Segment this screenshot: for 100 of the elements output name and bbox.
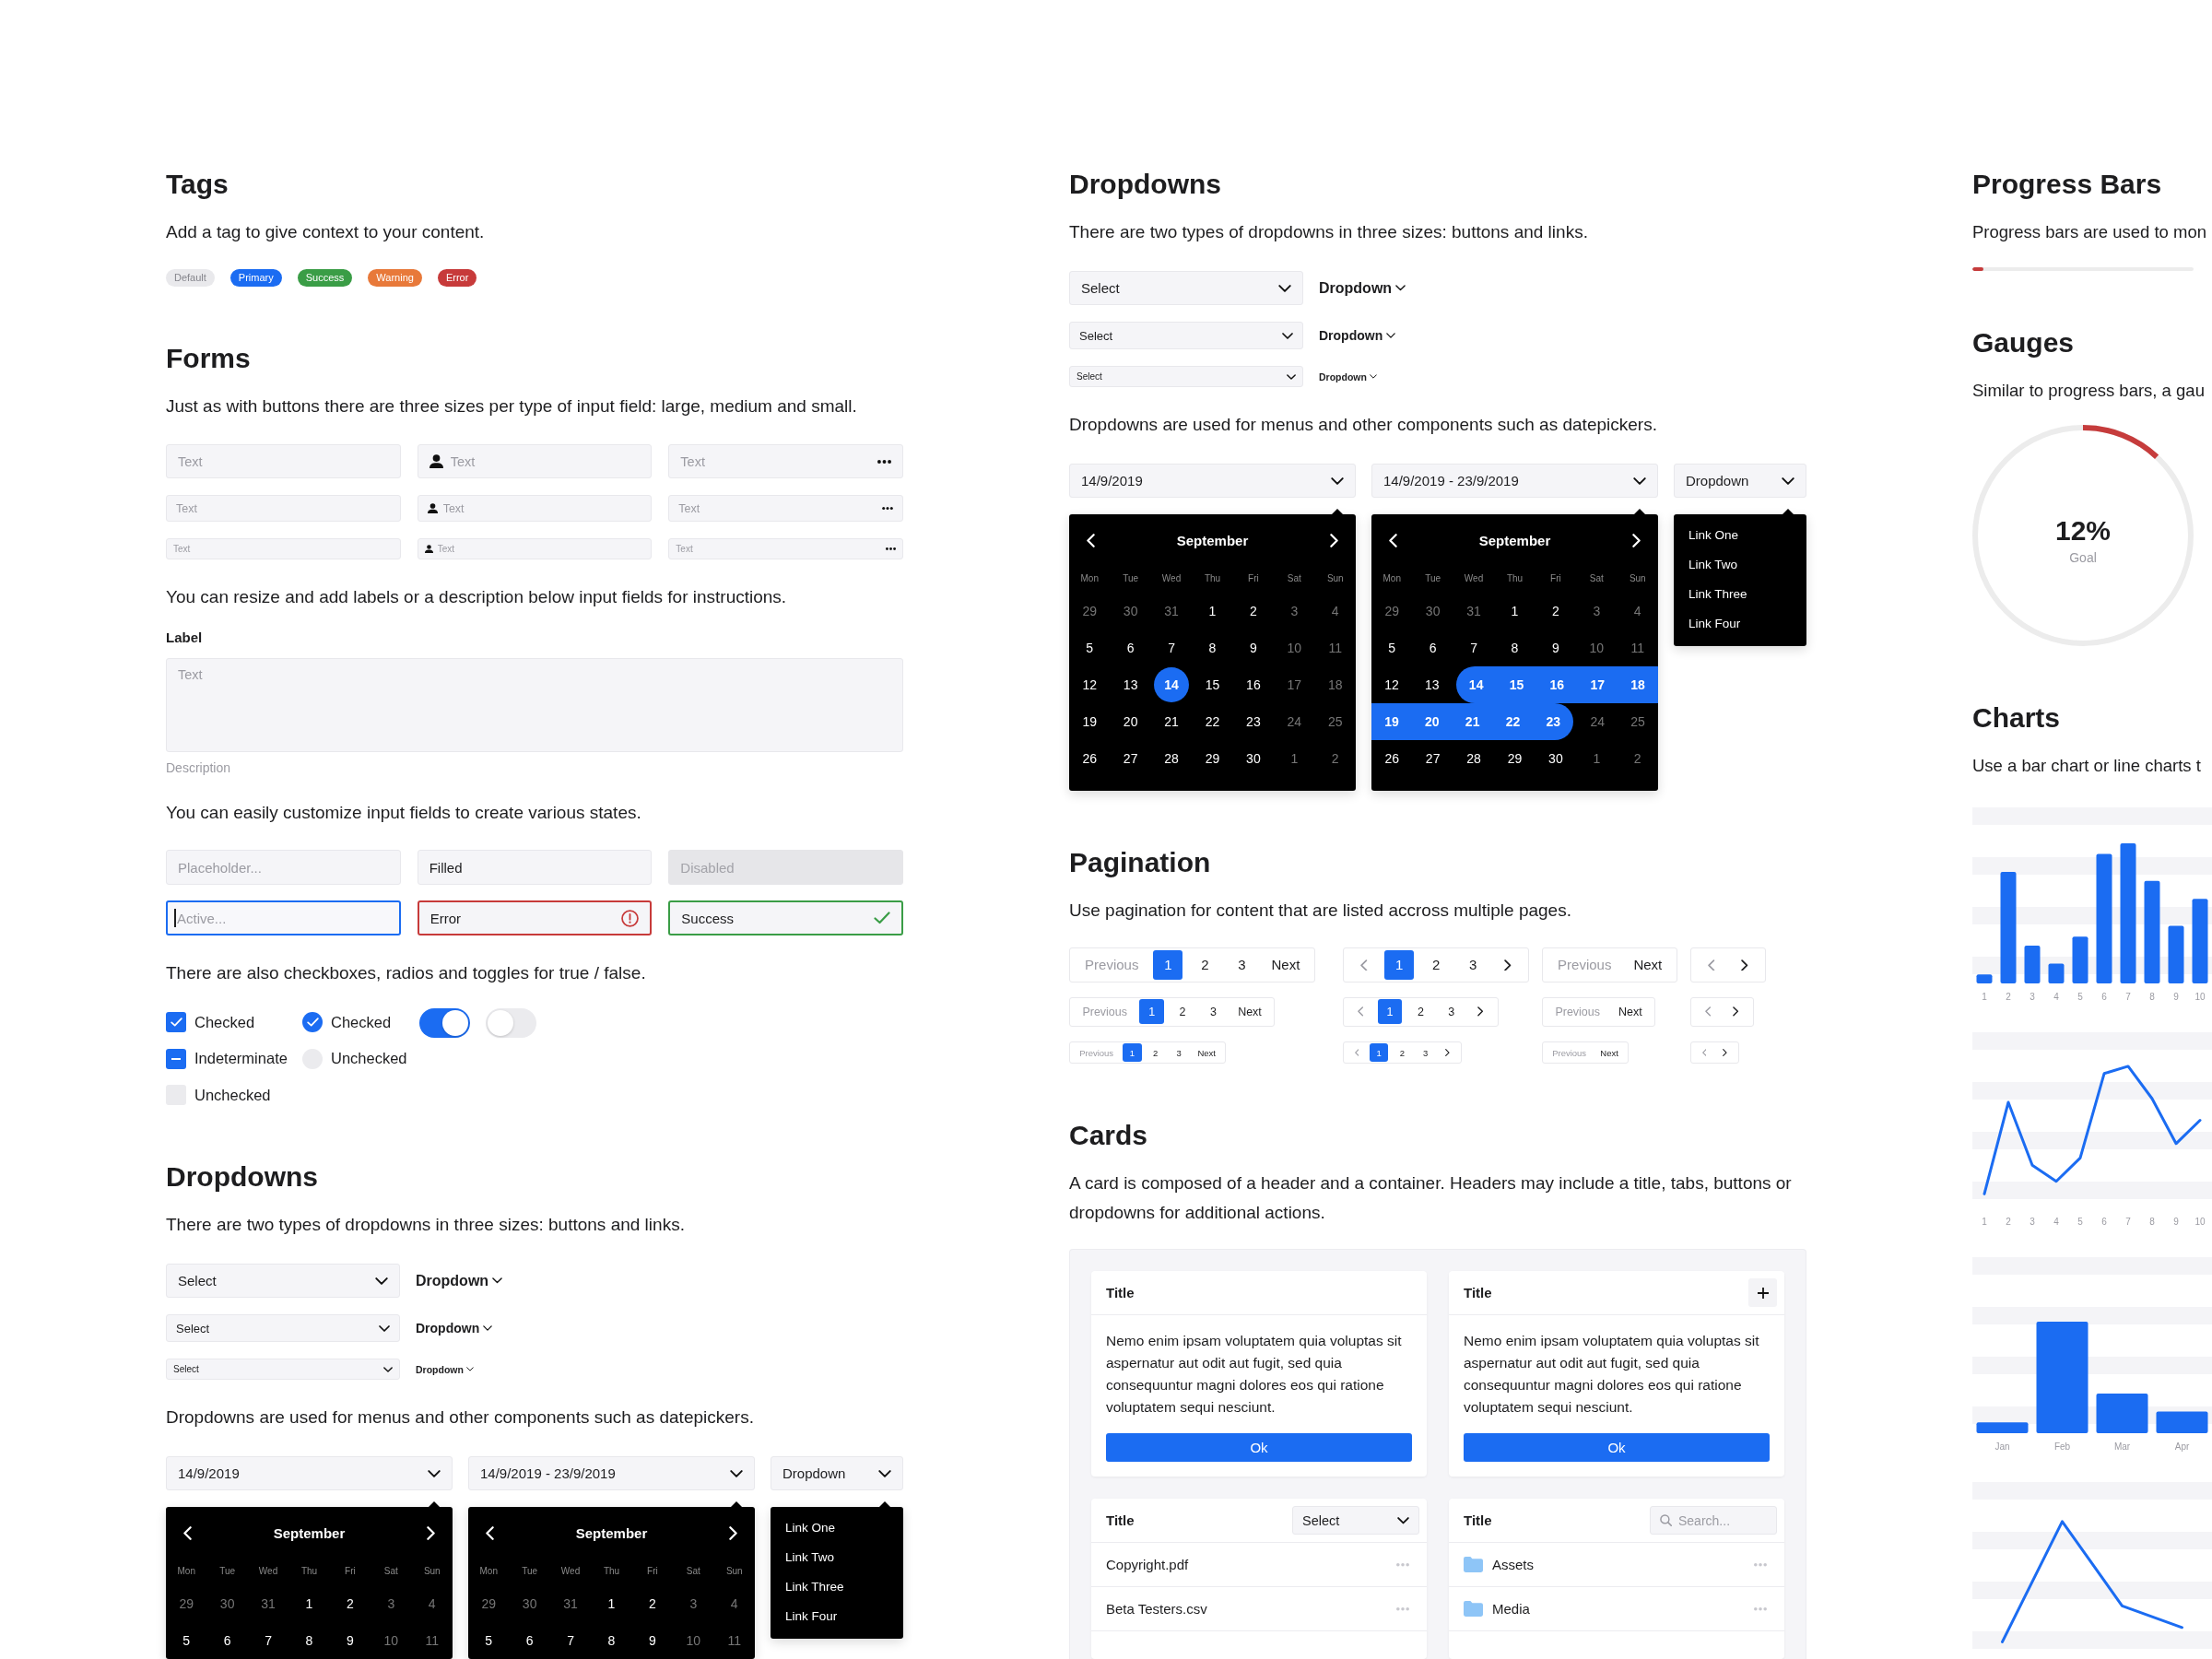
calendar-day[interactable]: 30 [1535,740,1577,777]
next-button[interactable]: Next [1622,949,1674,980]
calendar-day[interactable]: 25 [1314,703,1356,740]
calendar-day[interactable]: 31 [1453,593,1495,629]
menu-link[interactable]: Link Four [1674,609,1756,639]
calendar-day[interactable]: 1 [1192,593,1233,629]
page-button[interactable]: 3 [1439,999,1465,1025]
calendar-day[interactable]: 3 [673,1585,714,1622]
calendar-day[interactable]: 31 [1150,593,1193,629]
calendar-day[interactable]: 3 [1274,593,1315,629]
calendar-day[interactable]: 16 [1536,666,1578,703]
calendar-day[interactable]: 19 [1371,703,1412,740]
page-button[interactable]: 2 [1170,999,1195,1025]
calendar-day[interactable]: 24 [1274,703,1315,740]
page-button[interactable]: 3 [1201,999,1226,1025]
select-dropdown[interactable]: Select [1292,1506,1419,1535]
calendar-day[interactable]: 29 [468,1585,510,1622]
calendar-day[interactable]: 31 [247,1585,289,1622]
calendar-day[interactable]: 4 [1314,593,1356,629]
calendar-day[interactable]: 10 [371,1622,412,1659]
calendar-day[interactable]: 2 [1535,593,1577,629]
chevron-right-icon[interactable] [427,1525,435,1540]
calendar-day[interactable]: 3 [1576,593,1618,629]
calendar-day[interactable]: 8 [288,1622,330,1659]
calendar-day[interactable]: 29 [1192,740,1233,777]
input-field[interactable]: Error [417,900,653,935]
calendar-day[interactable]: 9 [631,1622,674,1659]
calendar-day[interactable]: 25 [1618,703,1658,740]
calendar-day[interactable]: 1 [591,1585,632,1622]
dropdown-link[interactable]: Dropdown [416,1363,474,1375]
toggle-switch[interactable] [419,1008,470,1038]
calendar-day[interactable]: 20 [1110,703,1151,740]
page-button[interactable]: 3 [1170,1042,1189,1063]
page-button[interactable]: 1 [1384,949,1415,980]
calendar-day[interactable]: 18 [1314,666,1356,703]
date-field[interactable]: 14/9/2019 - 23/9/2019 [1371,464,1658,498]
calendar-day[interactable]: 1 [1274,740,1315,777]
calendar-day[interactable]: 24 [1577,703,1618,740]
calendar-day[interactable]: 7 [1150,629,1193,666]
list-row[interactable]: Beta Testers.csv [1091,1587,1427,1632]
input-field[interactable]: Success [668,900,903,935]
calendar-day[interactable]: 2 [1232,593,1275,629]
calendar-day[interactable]: 5 [1069,629,1111,666]
calendar-day[interactable]: 21 [1452,703,1493,740]
dropdown-link[interactable]: Dropdown [1319,371,1377,382]
radio-button[interactable] [302,1012,323,1032]
calendar-day[interactable]: 17 [1577,666,1618,703]
page-button[interactable]: 2 [1190,949,1220,980]
next-button[interactable]: Next [1260,949,1312,980]
page-button[interactable]: 3 [1416,1042,1435,1063]
calendar-day[interactable]: 14 [1455,666,1497,703]
menu-link[interactable]: Link One [1674,521,1754,550]
calendar-day[interactable]: 23 [1533,703,1574,740]
page-button[interactable]: 1 [1369,1042,1389,1063]
next-button[interactable]: Next [1229,999,1271,1025]
calendar-day[interactable]: 28 [1150,740,1193,777]
calendar-day[interactable]: 7 [549,1622,592,1659]
menu-link[interactable]: Link Two [1674,550,1753,580]
calendar-day[interactable]: 12 [1069,666,1111,703]
calendar-day[interactable]: 2 [1617,740,1658,777]
page-button[interactable]: 2 [1146,1042,1165,1063]
select-dropdown[interactable]: Select [166,1314,400,1342]
calendar-day[interactable]: 11 [1314,629,1356,666]
text-area[interactable]: Text [166,658,903,752]
calendar-day[interactable]: 10 [673,1622,714,1659]
calendar-day[interactable]: 27 [1412,740,1453,777]
toggle-switch[interactable] [486,1008,536,1038]
calendar-day[interactable]: 16 [1232,666,1275,703]
page-button[interactable]: 3 [1458,949,1488,980]
calendar-day[interactable]: 10 [1576,629,1618,666]
ok-button[interactable]: Ok [1464,1433,1770,1463]
dropdown-link[interactable]: Dropdown [1319,328,1396,343]
select-dropdown[interactable]: Select [1069,366,1303,387]
chevron-left-icon[interactable] [1087,533,1095,547]
calendar-day[interactable]: 23 [1232,703,1275,740]
calendar-day[interactable]: 30 [1232,740,1275,777]
calendar-day[interactable]: 29 [1371,593,1413,629]
calendar-day[interactable]: 9 [1232,629,1275,666]
calendar-day[interactable]: 8 [591,1622,632,1659]
input-field[interactable]: Filled [417,850,653,885]
add-button[interactable] [1748,1278,1777,1308]
calendar-day[interactable]: 12 [1371,666,1412,703]
calendar-day[interactable]: 5 [166,1622,207,1659]
more-icon[interactable] [886,547,896,550]
page-button[interactable]: 3 [1227,949,1257,980]
calendar-day[interactable]: 2 [1314,740,1356,777]
calendar-day[interactable]: 6 [509,1622,550,1659]
chevron-left-icon[interactable] [1389,533,1397,547]
calendar-day[interactable]: 2 [631,1585,674,1622]
calendar-day[interactable]: 4 [713,1585,755,1622]
calendar-day[interactable]: 10 [1274,629,1315,666]
checkbox[interactable] [166,1048,186,1069]
calendar-day[interactable]: 26 [1069,740,1111,777]
dropdown-field[interactable]: Dropdown [1674,464,1806,498]
calendar-day[interactable]: 8 [1494,629,1535,666]
chevron-left-icon[interactable] [183,1525,192,1540]
calendar-day[interactable]: 17 [1274,666,1315,703]
list-row[interactable]: Assets [1449,1543,1784,1588]
calendar-day[interactable]: 29 [166,1585,207,1622]
calendar-day[interactable]: 30 [1110,593,1151,629]
